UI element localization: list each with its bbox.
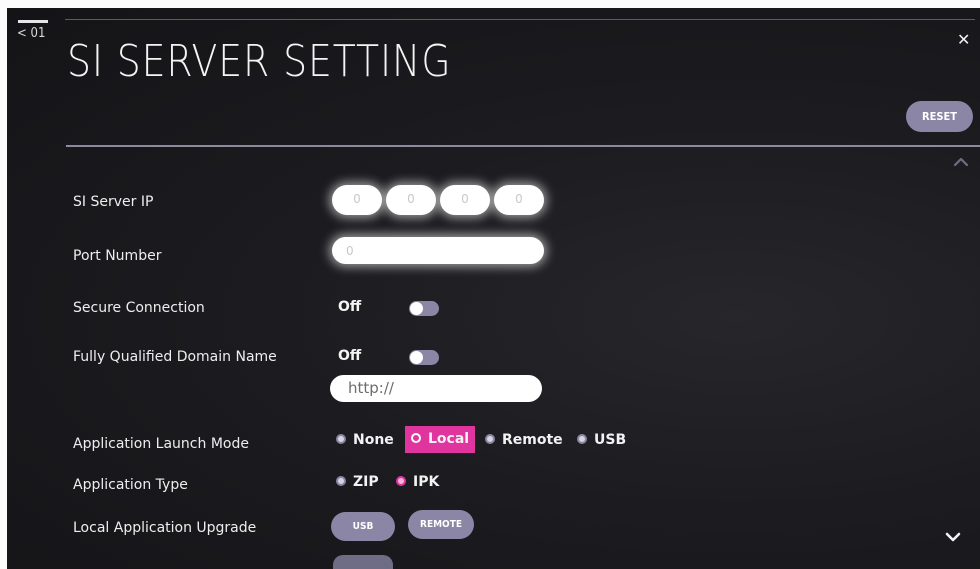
radio-dot (336, 476, 346, 486)
top-divider (65, 19, 975, 20)
back-button[interactable]: < 01 (17, 26, 45, 41)
port-number-field[interactable]: 0 (332, 237, 544, 264)
launch-mode-label: Application Launch Mode (73, 436, 249, 452)
tv-screen: < 01 SI SERVER SETTING ✕ RESET SI Server… (7, 8, 980, 569)
secure-connection-state: Off (338, 299, 362, 315)
toggle-knob (410, 351, 423, 364)
radio-dot (336, 434, 346, 444)
partially-visible-button[interactable] (333, 555, 393, 569)
reset-button[interactable]: RESET (906, 101, 973, 132)
fqdn-label: Fully Qualified Domain Name (73, 349, 277, 365)
launch-mode-local-radio[interactable]: Local (405, 426, 476, 453)
ip-octet-4-field[interactable]: 0 (494, 185, 544, 215)
chevron-down-icon[interactable] (944, 530, 962, 544)
radio-dot (577, 434, 587, 444)
port-number-label: Port Number (73, 248, 162, 264)
ip-octet-2-field[interactable]: 0 (386, 185, 436, 215)
secure-connection-toggle[interactable] (409, 301, 439, 316)
chevron-up-icon[interactable] (953, 156, 969, 168)
local-upgrade-label: Local Application Upgrade (73, 520, 257, 536)
app-type-label: Application Type (73, 477, 188, 493)
close-icon[interactable]: ✕ (957, 30, 970, 49)
fqdn-toggle[interactable] (409, 350, 439, 365)
page-title: SI SERVER SETTING (67, 36, 452, 87)
fqdn-url-field[interactable]: http:// (330, 375, 542, 402)
upgrade-remote-button[interactable]: REMOTE (408, 510, 474, 539)
launch-mode-usb-radio[interactable]: USB (577, 428, 626, 452)
secure-connection-label: Secure Connection (73, 300, 205, 316)
launch-mode-remote-radio[interactable]: Remote (485, 428, 563, 452)
ip-octet-1-field[interactable]: 0 (332, 185, 382, 215)
back-indicator-bar (18, 20, 48, 23)
radio-dot (396, 476, 406, 486)
launch-mode-none-radio[interactable]: None (336, 428, 394, 452)
app-type-ipk-radio[interactable]: IPK (396, 470, 439, 494)
toggle-knob (410, 302, 423, 315)
upgrade-usb-button[interactable]: USB (331, 512, 395, 541)
fqdn-state: Off (338, 348, 362, 364)
app-type-zip-radio[interactable]: ZIP (336, 470, 379, 494)
radio-dot (485, 434, 495, 444)
si-server-ip-label: SI Server IP (73, 194, 154, 210)
header-divider (66, 145, 980, 147)
radio-dot (411, 433, 421, 443)
ip-octet-3-field[interactable]: 0 (440, 185, 490, 215)
